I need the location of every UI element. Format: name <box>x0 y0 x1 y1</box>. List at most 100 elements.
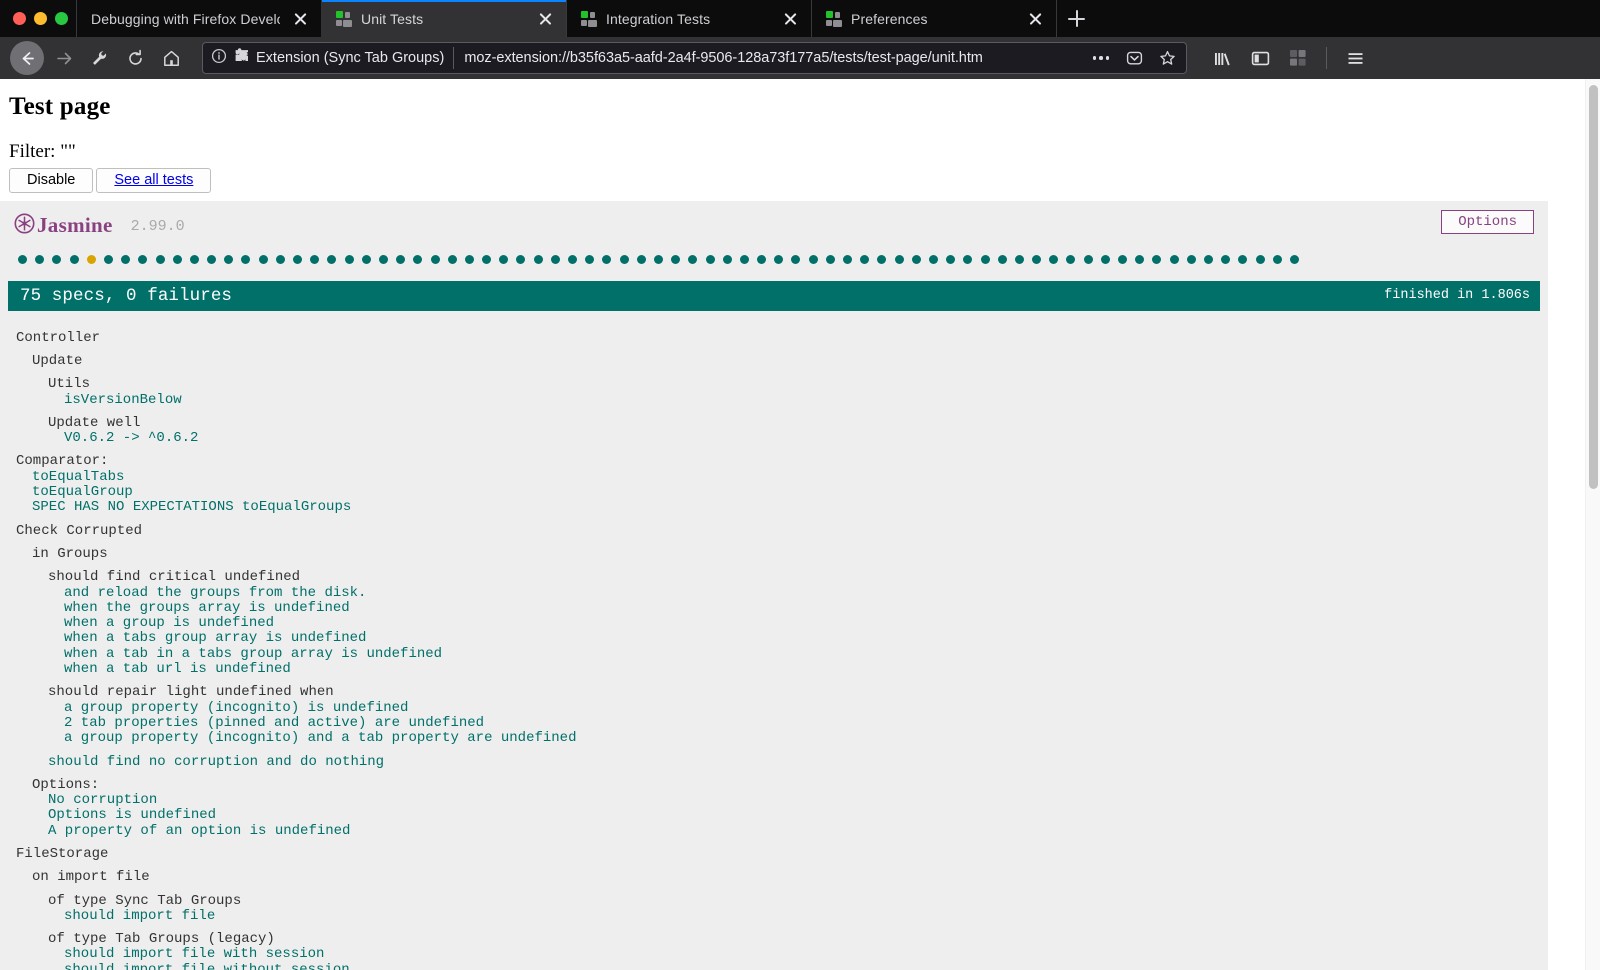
reload-icon[interactable] <box>118 41 152 75</box>
tab-label: Preferences <box>851 10 928 27</box>
toolbar-right-actions <box>1205 41 1374 75</box>
spec-dot <box>18 255 27 265</box>
spec-dot <box>241 255 251 265</box>
spec-dot <box>843 255 852 265</box>
spec-dot <box>1100 255 1110 265</box>
spec-dot <box>911 255 921 265</box>
tab-debugging-with-firefox-developer-tools[interactable]: Debugging with Firefox Developer T <box>76 0 321 37</box>
spec-dot <box>825 255 835 265</box>
tab-unit-tests[interactable]: Unit Tests <box>321 0 566 37</box>
library-icon[interactable] <box>1205 41 1239 75</box>
star-icon[interactable] <box>1154 45 1180 71</box>
close-tab-icon[interactable] <box>779 8 801 30</box>
sync-tab-groups-icon[interactable] <box>1281 41 1315 75</box>
new-tab-button[interactable] <box>1056 0 1096 37</box>
suite-group: Controller Update Utils isVersionBelow Updat… <box>0 330 1548 447</box>
spec-result: SPEC HAS NO EXPECTATIONS toEqualGroups <box>32 499 352 516</box>
minimize-window-button[interactable] <box>34 12 47 25</box>
close-tab-icon[interactable] <box>289 8 311 30</box>
spec-result: isVersionBelow <box>64 391 182 408</box>
spec-dot <box>550 255 560 265</box>
spec-result: A property of an option is undefined <box>48 822 351 839</box>
spec-dot <box>1135 255 1145 265</box>
close-tab-icon[interactable] <box>1024 8 1046 30</box>
close-tab-icon[interactable] <box>534 8 556 30</box>
spec-dot <box>121 255 131 265</box>
forward-arrow-icon[interactable] <box>46 41 80 75</box>
spec-dot <box>413 255 423 265</box>
spec-result-dots <box>0 247 1548 269</box>
spec-dot <box>207 255 217 265</box>
options-button[interactable]: Options <box>1441 209 1534 235</box>
results-tree: Controller Update Utils isVersionBelow Updat… <box>0 311 1548 970</box>
puzzle-piece-icon <box>233 47 250 69</box>
jasmine-wordmark: Jasmine <box>37 213 113 238</box>
back-arrow-icon[interactable] <box>10 41 44 75</box>
spec-dot <box>1152 255 1162 265</box>
suite-group: Update well V0.6.2 -> ^0.6.2 <box>0 415 1548 447</box>
url-text[interactable]: moz-extension://b35f63a5-aafd-2a4f-9506-… <box>461 50 1081 66</box>
spec-dot <box>1066 255 1076 265</box>
tab-preferences[interactable]: Preferences <box>811 0 1056 37</box>
spec-result: should import file <box>64 907 216 924</box>
tab-strip: Debugging with Firefox Developer T Unit … <box>0 0 1600 37</box>
jasmine-version: 2.99.0 <box>130 217 185 235</box>
spec-dot <box>602 255 612 265</box>
maximize-window-button[interactable] <box>55 12 68 25</box>
spec-dot <box>1032 255 1042 265</box>
page-title: Test page <box>9 93 111 120</box>
spec-dot <box>138 255 148 265</box>
spec-result: V0.6.2 -> ^0.6.2 <box>64 430 199 447</box>
disable-button[interactable]: Disable <box>9 168 94 193</box>
spec-dot <box>946 255 956 265</box>
scrollbar-thumb[interactable] <box>1589 85 1598 489</box>
suite-name: in Groups <box>32 545 108 562</box>
spec-dot <box>447 255 457 265</box>
sidebar-icon[interactable] <box>1243 41 1277 75</box>
wrench-icon[interactable] <box>82 41 116 75</box>
spec-dot <box>464 255 474 265</box>
test-page: Test page Filter: "" Disable See all tes… <box>0 79 1585 970</box>
ellipsis-icon[interactable] <box>1088 45 1114 71</box>
close-window-button[interactable] <box>13 12 26 25</box>
spec-dot <box>86 255 96 265</box>
see-all-tests-button[interactable]: See all tests <box>96 168 212 193</box>
spec-result: when a tab in a tabs group array is unde… <box>64 645 443 662</box>
home-icon[interactable] <box>154 41 188 75</box>
spec-result: Options is undefined <box>48 807 217 824</box>
spec-result: when a group is undefined <box>64 615 275 632</box>
spec-result: toEqualGroup <box>32 484 133 501</box>
spec-dot <box>69 255 79 265</box>
url-bar[interactable]: Extension (Sync Tab Groups) moz-extensio… <box>202 42 1187 74</box>
spec-dot <box>103 255 113 265</box>
page-scrollbar[interactable] <box>1585 79 1600 970</box>
suite-name: on import file <box>32 869 150 886</box>
spec-dot <box>482 255 492 265</box>
spec-dot <box>1221 255 1231 265</box>
spec-result: and reload the groups from the disk. <box>64 584 367 601</box>
spec-dot <box>172 255 182 265</box>
spec-dot <box>585 255 595 265</box>
suite-group: Update Utils isVersionBelow Update well V0.6… <box>0 353 1548 447</box>
tab-integration-tests[interactable]: Integration Tests <box>566 0 811 37</box>
suite-group: Check Corrupted in Groups should find crit… <box>0 523 1548 839</box>
tab-label: Unit Tests <box>361 10 424 27</box>
spec-dot <box>928 255 938 265</box>
suite-name: should repair light undefined when <box>48 684 334 701</box>
spec-dot <box>1289 255 1299 265</box>
spec-dot <box>619 255 629 265</box>
suite-name: FileStorage <box>16 845 109 862</box>
see-all-tests-link[interactable]: See all tests <box>114 172 193 188</box>
spec-dot <box>275 255 285 265</box>
spec-dot <box>1272 255 1282 265</box>
hamburger-menu-icon[interactable] <box>1338 41 1372 75</box>
spec-dot <box>688 255 698 265</box>
identity-box[interactable]: Extension (Sync Tab Groups) <box>211 47 455 69</box>
pocket-icon[interactable] <box>1121 45 1147 71</box>
spec-dot <box>808 255 818 265</box>
spec-dot <box>155 255 165 265</box>
suite-name: should find critical undefined <box>48 569 301 586</box>
sync-tab-groups-icon <box>336 10 352 27</box>
jasmine-logo: Jasmine <box>14 213 113 239</box>
spec-dot <box>258 255 268 265</box>
